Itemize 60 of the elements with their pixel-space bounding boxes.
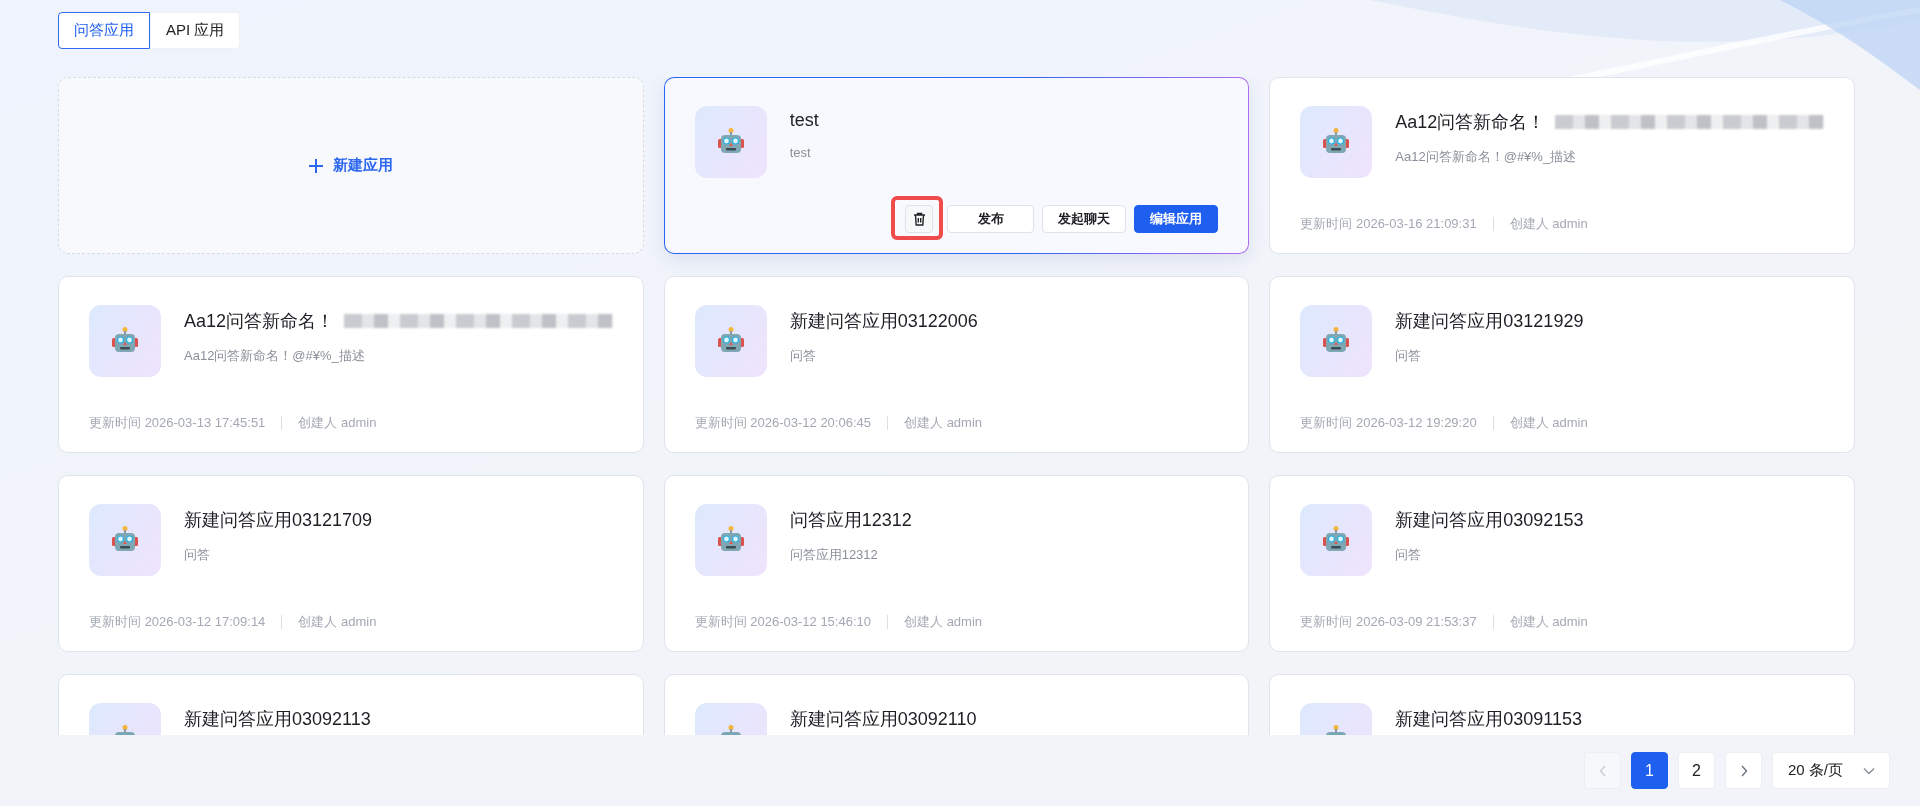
- chevron-right-icon: [1739, 764, 1748, 777]
- app-title: Aa12问答新命名！: [1395, 111, 1546, 134]
- app-card[interactable]: test test 发布 发起聊天 编辑应用: [663, 77, 1250, 254]
- delete-button[interactable]: [905, 205, 934, 233]
- page-size-select[interactable]: 20 条/页: [1772, 752, 1890, 789]
- app-card[interactable]: 新建问答应用03122006 问答 更新时间 2026-03-12 20:06:45 创建人 admin: [663, 276, 1250, 453]
- app-description: Aa12问答新命名！@#¥%_描述: [184, 347, 366, 365]
- app-description: Aa12问答新命名！@#¥%_描述: [1395, 148, 1578, 166]
- app-description: 问答: [789, 347, 817, 365]
- creator-text: 创建人 admin: [1509, 215, 1588, 233]
- app-title: 新建问答应用03122006: [789, 310, 978, 333]
- app-card[interactable]: 新建问答应用03121929 问答 更新时间 2026-03-12 19:29:20 创建人 admin: [1269, 276, 1855, 453]
- chevron-down-icon: [1863, 766, 1875, 775]
- app-description: 问答应用12312: [789, 546, 879, 564]
- creator-text: 创建人 admin: [1509, 613, 1588, 631]
- updated-time: 更新时间 2026-03-12 19:29:20: [1300, 414, 1477, 432]
- creator-text: 创建人 admin: [298, 613, 377, 631]
- trash-icon: [912, 212, 926, 226]
- updated-time: 更新时间 2026-03-12 20:06:45: [694, 414, 871, 432]
- creator-text: 创建人 admin: [904, 414, 983, 432]
- app-card[interactable]: Aa12问答新命名！ Aa12问答新命名！@#¥%_描述 更新时间 2026-03-13 17:45:51 创建人 admin: [58, 276, 644, 453]
- creator-text: 创建人 admin: [298, 414, 377, 432]
- page-button[interactable]: 1: [1631, 752, 1668, 789]
- app-card[interactable]: 新建问答应用03091153: [1269, 674, 1855, 735]
- app-title: 新建问答应用03121709: [184, 509, 373, 532]
- creator-text: 创建人 admin: [904, 613, 983, 631]
- creator-text: 创建人 admin: [1509, 414, 1588, 432]
- create-app-button[interactable]: 新建应用: [58, 77, 644, 254]
- app-title: test: [789, 110, 819, 131]
- updated-time: 更新时间 2026-03-13 17:45:51: [89, 414, 266, 432]
- app-title: 新建问答应用03091153: [1395, 708, 1583, 731]
- app-card[interactable]: 问答应用12312 问答应用12312 更新时间 2026-03-12 15:46:10 创建人 admin: [663, 475, 1250, 652]
- app-title: 新建问答应用03092153: [1395, 509, 1584, 532]
- app-title: Aa12问答新命名！: [184, 310, 335, 333]
- app-title: 问答应用12312: [789, 509, 912, 532]
- page-button[interactable]: 2: [1678, 752, 1715, 789]
- app-title: 新建问答应用03121929: [1395, 310, 1584, 333]
- action-button[interactable]: 发起聊天: [1042, 205, 1127, 233]
- updated-time: 更新时间 2026-03-16 21:09:31: [1300, 215, 1477, 233]
- app-description: 问答: [184, 546, 211, 564]
- app-title: 新建问答应用03092110: [789, 708, 977, 731]
- app-card[interactable]: 新建问答应用03092110: [663, 674, 1250, 735]
- plus-icon: [308, 158, 323, 173]
- app-card[interactable]: 新建问答应用03121709 问答 更新时间 2026-03-12 17:09:14 创建人 admin: [58, 475, 644, 652]
- updated-time: 更新时间 2026-03-12 15:46:10: [694, 613, 871, 631]
- tab[interactable]: API 应用: [150, 12, 241, 49]
- edit-app-button[interactable]: 编辑应用: [1134, 205, 1219, 233]
- app-description: 问答: [1395, 347, 1423, 365]
- action-button[interactable]: 发布: [947, 205, 1035, 233]
- app-card[interactable]: Aa12问答新命名！ Aa12问答新命名！@#¥%_描述 更新时间 2026-03-16 21:09:31 创建人 admin: [1269, 77, 1855, 254]
- app-description: 问答: [1395, 546, 1423, 564]
- chevron-left-icon: [1598, 764, 1607, 777]
- updated-time: 更新时间 2026-03-09 21:53:37: [1300, 613, 1477, 631]
- tab[interactable]: 问答应用: [58, 12, 150, 49]
- app-card[interactable]: 新建问答应用03092113: [58, 674, 644, 735]
- app-title: 新建问答应用03092113: [184, 708, 371, 731]
- app-description: test: [789, 145, 812, 160]
- next-page-button[interactable]: [1725, 752, 1762, 789]
- app-card[interactable]: 新建问答应用03092153 问答 更新时间 2026-03-09 21:53:37 创建人 admin: [1269, 475, 1855, 652]
- updated-time: 更新时间 2026-03-12 17:09:14: [89, 613, 266, 631]
